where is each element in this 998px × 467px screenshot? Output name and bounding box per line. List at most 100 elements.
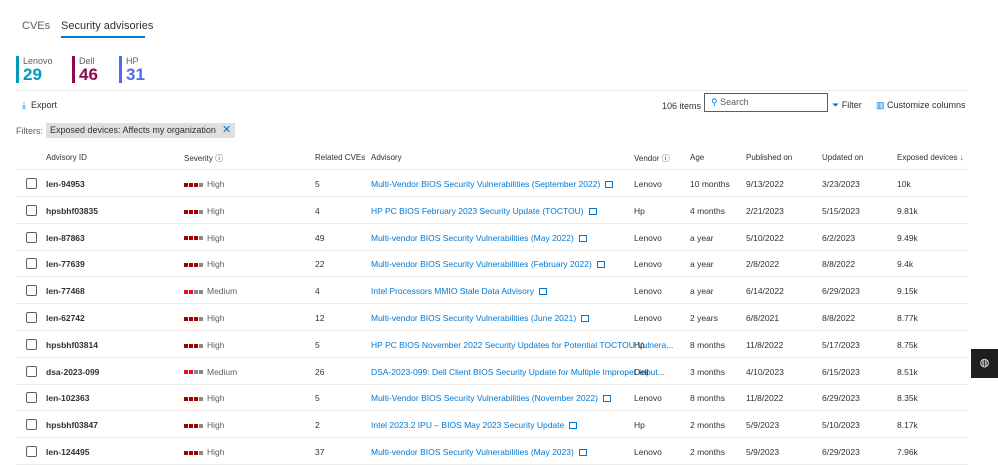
info-icon: ⓘ bbox=[661, 154, 670, 163]
external-link-icon[interactable] bbox=[581, 315, 590, 322]
gauge-icon: ◍ bbox=[979, 357, 990, 369]
published-on: 5/9/2023 bbox=[746, 447, 780, 457]
customize-columns-button[interactable]: ▥ Customize columns bbox=[876, 100, 966, 111]
advisory-link[interactable]: Multi-vendor BIOS Security Vulnerabiliti… bbox=[371, 447, 574, 457]
vendor-count: 29 bbox=[23, 65, 42, 84]
table-row[interactable]: len-87863 High 49 Multi-vendor BIOS Secu… bbox=[16, 224, 968, 251]
exposed-devices: 10k bbox=[897, 179, 911, 189]
row-checkbox[interactable] bbox=[26, 392, 37, 404]
divider bbox=[16, 90, 968, 91]
vendor: Lenovo bbox=[634, 259, 662, 270]
column-label: Vendor bbox=[634, 154, 660, 163]
tab-security-advisories[interactable]: Security advisories bbox=[61, 20, 153, 32]
severity-label: Medium bbox=[207, 286, 238, 297]
updated-on: 6/29/2023 bbox=[822, 393, 860, 404]
table-row[interactable]: hpsbhf03847 High 2 Intel 2023.2 IPU – BI… bbox=[16, 411, 968, 439]
export-button[interactable]: ⤓ Export bbox=[22, 100, 57, 111]
external-link-icon[interactable] bbox=[596, 261, 605, 269]
close-icon[interactable]: ✕ bbox=[222, 123, 231, 138]
row-checkbox[interactable] bbox=[26, 312, 37, 323]
severity-bar bbox=[194, 397, 198, 402]
external-link-icon[interactable] bbox=[578, 449, 587, 456]
advisory-cell: DSA-2023-099: Dell Client BIOS Security … bbox=[371, 367, 665, 377]
age: 2 months bbox=[690, 447, 725, 457]
advisory-link[interactable]: Multi-vendor BIOS Security Vulnerabiliti… bbox=[371, 259, 592, 269]
search-icon: ⚲ bbox=[711, 97, 718, 107]
tab-cves[interactable]: CVEs bbox=[22, 20, 50, 32]
filter-button[interactable]: ⏷ Filter bbox=[832, 100, 862, 111]
filter-label: Filter bbox=[841, 100, 862, 110]
exposed-devices: 8.77k bbox=[897, 313, 918, 323]
column-header-exposed-devices[interactable]: Exposed devices ↓ bbox=[897, 153, 964, 162]
table-row[interactable]: hpsbhf03835 High 4 HP PC BIOS February 2… bbox=[16, 197, 968, 224]
table-row[interactable]: len-62742 High 12 Multi-vendor BIOS Secu… bbox=[16, 304, 968, 331]
advisory-link[interactable]: Multi-vendor BIOS Security Vulnerabiliti… bbox=[371, 233, 574, 243]
severity-bar bbox=[189, 289, 193, 294]
search-placeholder: Search bbox=[720, 97, 749, 107]
advisory-link[interactable]: Multi-Vendor BIOS Security Vulnerabiliti… bbox=[371, 179, 600, 189]
column-header-severity[interactable]: Severity ⓘ bbox=[184, 153, 223, 164]
row-checkbox[interactable] bbox=[26, 204, 37, 216]
related-cves: 5 bbox=[315, 393, 320, 404]
feedback-button[interactable]: ◍ bbox=[971, 349, 998, 378]
severity-bar bbox=[194, 423, 198, 428]
advisory-link[interactable]: Intel Processors MMIO Stale Data Advisor… bbox=[371, 286, 534, 296]
advisory-link[interactable]: HP PC BIOS November 2022 Security Update… bbox=[371, 340, 673, 350]
column-header-updated-on[interactable]: Updated on bbox=[822, 153, 863, 162]
severity-bar bbox=[189, 397, 193, 402]
advisory-link[interactable]: Multi-vendor BIOS Security Vulnerabiliti… bbox=[371, 313, 576, 323]
external-link-icon[interactable] bbox=[538, 288, 547, 296]
table-row[interactable]: len-77639 High 22 Multi-vendor BIOS Secu… bbox=[16, 250, 968, 278]
customize-label: Customize columns bbox=[887, 100, 966, 110]
table-row[interactable]: len-77468 Medium 4 Intel Processors MMIO… bbox=[16, 277, 968, 305]
severity-bar bbox=[199, 209, 203, 214]
severity-label: High bbox=[207, 313, 225, 323]
table-row[interactable]: dsa-2023-099 Medium 26 DSA-2023-099: Del… bbox=[16, 358, 968, 385]
advisory-link[interactable]: Multi-Vendor BIOS Security Vulnerabiliti… bbox=[371, 393, 598, 403]
severity-bar bbox=[199, 316, 203, 321]
row-checkbox[interactable] bbox=[26, 365, 37, 377]
external-link-icon[interactable] bbox=[605, 181, 614, 188]
age: 8 months bbox=[690, 339, 725, 350]
column-header-related-cves[interactable]: Related CVEs bbox=[315, 153, 365, 162]
advisory-link[interactable]: DSA-2023-099: Dell Client BIOS Security … bbox=[371, 367, 665, 377]
severity: High bbox=[184, 179, 224, 189]
advisory-link[interactable]: Intel 2023.2 IPU – BIOS May 2023 Securit… bbox=[371, 420, 564, 430]
severity: High bbox=[184, 206, 224, 216]
table-row[interactable]: len-94953 High 5 Multi-Vendor BIOS Secur… bbox=[16, 170, 968, 197]
severity: High bbox=[184, 233, 224, 243]
table-row[interactable]: len-102363 High 5 Multi-Vendor BIOS Secu… bbox=[16, 384, 968, 412]
table-row[interactable]: hpsbhf03814 High 5 HP PC BIOS November 2… bbox=[16, 331, 968, 358]
external-link-icon[interactable] bbox=[578, 234, 587, 242]
published-on: 2/8/2022 bbox=[746, 259, 780, 270]
severity-bar bbox=[189, 343, 193, 348]
severity-bar bbox=[184, 316, 188, 321]
severity-bar bbox=[194, 263, 198, 268]
row-checkbox[interactable] bbox=[26, 446, 37, 457]
external-link-icon[interactable] bbox=[569, 422, 578, 430]
published-on: 6/14/2022 bbox=[746, 286, 784, 297]
related-cves: 22 bbox=[315, 259, 325, 270]
column-header-published-on[interactable]: Published on bbox=[746, 153, 792, 162]
column-header-advisory-id[interactable]: Advisory ID bbox=[46, 153, 87, 162]
row-checkbox[interactable] bbox=[26, 178, 37, 189]
related-cves: 4 bbox=[315, 205, 320, 216]
updated-on: 6/2/2023 bbox=[822, 232, 856, 243]
table-row[interactable]: len-124495 High 37 Multi-vendor BIOS Sec… bbox=[16, 438, 968, 465]
exposed-devices: 8.75k bbox=[897, 339, 918, 350]
external-link-icon[interactable] bbox=[602, 395, 611, 403]
column-header-age[interactable]: Age bbox=[690, 153, 704, 162]
column-header-vendor[interactable]: Vendor ⓘ bbox=[634, 153, 670, 164]
related-cves: 26 bbox=[315, 366, 325, 377]
search-input[interactable]: ⚲ Search bbox=[704, 93, 828, 112]
row-checkbox[interactable] bbox=[26, 231, 37, 243]
row-checkbox[interactable] bbox=[26, 338, 37, 350]
vendor: Lenovo bbox=[634, 313, 662, 323]
row-checkbox[interactable] bbox=[26, 258, 37, 270]
column-header-advisory[interactable]: Advisory bbox=[371, 153, 402, 162]
severity: High bbox=[184, 340, 224, 350]
row-checkbox[interactable] bbox=[26, 285, 37, 297]
external-link-icon[interactable] bbox=[588, 207, 597, 215]
row-checkbox[interactable] bbox=[26, 419, 37, 431]
advisory-link[interactable]: HP PC BIOS February 2023 Security Update… bbox=[371, 206, 584, 216]
